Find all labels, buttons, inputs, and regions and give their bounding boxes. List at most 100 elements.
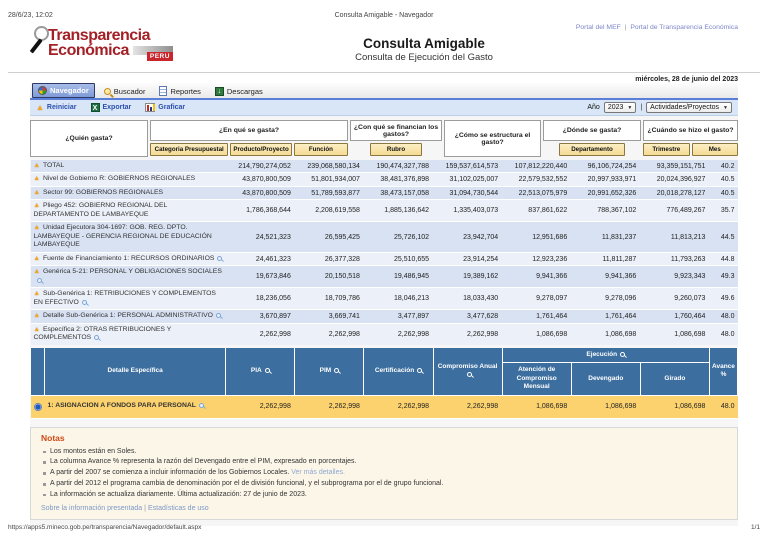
amount-cell: 1,786,368,644 — [225, 199, 295, 223]
tab-buscador[interactable]: Buscador — [99, 85, 151, 98]
estadi-sticas-de-uso-link[interactable]: Estadísticas de uso — [148, 505, 209, 512]
amount-cell: 43,870,800,509 — [225, 186, 295, 201]
amount-cell: 1,335,403,073 — [433, 199, 503, 223]
departamento-button[interactable]: Departamento — [559, 143, 625, 156]
amount-cell: 11,811,287 — [571, 252, 641, 267]
notes-links-separator: | — [144, 504, 146, 512]
expand-triangle-icon[interactable]: ▲ — [34, 189, 40, 196]
detail-label-cell: 1: ASIGNACION A FONDOS PARA PERSONAL — [44, 395, 226, 419]
amount-cell: 12,951,686 — [502, 221, 572, 253]
trimestre-button[interactable]: Trimestre — [643, 143, 690, 156]
row-label: Pliego 452: GOBIERNO REGIONAL DEL DEPART… — [33, 202, 168, 218]
amount-cell: 239,068,580,134 — [294, 160, 364, 174]
avance-cell: 48.0 — [709, 323, 738, 347]
amount-cell: 9,278,096 — [571, 287, 641, 311]
year-select[interactable]: 2023 ▼ — [603, 102, 637, 113]
amount-cell: 20,991,652,326 — [571, 186, 641, 201]
exportar-button[interactable]: Exportar — [90, 103, 131, 112]
amount-cell: 3,477,897 — [363, 309, 434, 324]
expand-triangle-icon[interactable]: ▲ — [34, 290, 40, 297]
expand-triangle-icon[interactable]: ▲ — [34, 162, 40, 169]
drill-row: ▲ Fuente de Financiamiento 1: RECURSOS OR… — [30, 252, 738, 267]
current-date: miércoles, 28 de junio del 2023 — [8, 72, 760, 83]
magnifier-icon[interactable] — [466, 371, 472, 377]
magnifier-icon[interactable] — [264, 367, 270, 373]
reiniciar-button[interactable]: Reiniciar — [36, 103, 77, 112]
magnifier-icon[interactable] — [215, 313, 221, 318]
magnifier-icon[interactable] — [334, 367, 340, 373]
amount-cell: 190,474,327,788 — [363, 160, 434, 174]
row-label-cell: ▲ Genérica 5-21: PERSONAL Y OBLIGACIONES … — [30, 265, 226, 289]
tab-label: Buscador — [113, 87, 146, 96]
query-buttons: Trimestre Mes — [643, 143, 738, 156]
funcio-n-button[interactable]: Función — [293, 143, 348, 156]
tab-navegador[interactable]: Navegador — [32, 83, 95, 98]
amount-cell: 38,481,376,898 — [363, 172, 434, 187]
sobre-la-informacio-n-presentada-link[interactable]: Sobre la información presentada — [41, 505, 142, 512]
expand-triangle-icon[interactable]: ▲ — [34, 175, 40, 182]
expand-triangle-icon[interactable]: ▲ — [34, 268, 40, 275]
row-label-cell: ▲ Sub-Genérica 1: RETRIBUCIONES Y COMPLEM… — [30, 287, 226, 311]
amount-cell: 1,760,464 — [640, 309, 710, 324]
magnifier-icon[interactable] — [94, 334, 100, 340]
note-item: La información se actualiza diariamente.… — [41, 490, 727, 501]
tab-descargas[interactable]: Descargas — [210, 85, 268, 98]
portal-mef-link[interactable]: Portal del MEF — [576, 24, 621, 31]
categoria-presupuestal-button[interactable]: Categoria Presupuestal — [150, 143, 229, 156]
amount-cell: 9,278,097 — [502, 287, 572, 311]
magnifier-icon[interactable] — [198, 402, 204, 408]
action-label: Reiniciar — [46, 104, 77, 111]
amount-cell: 1,086,698 — [571, 395, 641, 419]
magnifier-icon[interactable] — [81, 299, 87, 305]
amount-cell: 20,018,278,127 — [640, 186, 710, 201]
producto-proyecto-button[interactable]: Producto/Proyecto — [230, 143, 292, 156]
expand-triangle-icon[interactable]: ▲ — [34, 255, 40, 262]
magnifier-icon[interactable] — [417, 367, 423, 373]
avance-cell: 35.7 — [709, 199, 738, 223]
row-label-cell: ▲ Unidad Ejecutora 304-1697: GOB. REG. DP… — [30, 221, 226, 253]
logo-magnifier-icon — [34, 26, 49, 41]
report-icon — [159, 86, 168, 96]
radio-column-header — [29, 344, 46, 396]
expand-triangle-icon[interactable]: ▲ — [34, 202, 40, 209]
amount-cell: 9,941,366 — [502, 265, 572, 289]
drill-row: ▲ Nivel de Gobierno R: GOBIERNOS REGIONAL… — [30, 172, 738, 187]
year-label: Año — [587, 104, 600, 111]
mes-button[interactable]: Mes — [691, 143, 738, 156]
radio-selected-icon[interactable] — [33, 402, 42, 411]
drill-row: ▲ Específica 2: OTRAS RETRIBUCIONES Y COM… — [30, 323, 738, 347]
query-question: ¿Dónde se gasta? — [543, 120, 641, 141]
amount-cell: 214,790,274,052 — [225, 160, 295, 174]
amount-cell: 11,793,263 — [640, 252, 710, 267]
col-avance: Avance % — [708, 344, 739, 396]
scope-select[interactable]: Actividades/Proyectos ▼ — [646, 102, 732, 113]
expand-triangle-icon[interactable]: ▲ — [34, 224, 40, 231]
magnifier-icon[interactable] — [620, 351, 626, 357]
col-pim: PIM — [294, 344, 365, 396]
amount-cell: 20,997,933,971 — [571, 172, 641, 187]
amount-cell: 837,861,622 — [502, 199, 572, 223]
portal-links: Portal del MEF | Portal de Transparencia… — [576, 24, 738, 31]
expand-triangle-icon[interactable]: ▲ — [34, 326, 40, 333]
graficar-button[interactable]: Graficar — [145, 103, 185, 112]
query-question: ¿Cuándo se hizo el gasto? — [643, 120, 738, 141]
amount-cell: 11,831,237 — [571, 221, 641, 253]
rubro-button[interactable]: Rubro — [370, 143, 422, 156]
tab-reportes[interactable]: Reportes — [154, 84, 205, 98]
amount-cell: 1,761,464 — [502, 309, 572, 324]
note-item: Los montos están en Soles. — [41, 447, 727, 458]
amount-cell: 1,086,698 — [640, 395, 710, 419]
expand-triangle-icon[interactable]: ▲ — [34, 312, 40, 319]
avance-cell: 40.2 — [709, 160, 738, 174]
avance-cell: 44.5 — [709, 221, 738, 253]
note-link[interactable]: Ver más detalles. — [291, 469, 345, 476]
magnifier-icon[interactable] — [36, 277, 42, 283]
masthead: Transparencia Económica PERU Consulta Ami… — [29, 24, 738, 72]
avance-cell: 40.5 — [709, 186, 738, 201]
magnifier-icon[interactable] — [217, 255, 223, 261]
avance-cell: 49.6 — [709, 287, 738, 311]
portal-transparencia-link[interactable]: Portal de Transparencia Económica — [630, 24, 738, 31]
amount-cell: 3,670,897 — [225, 309, 295, 324]
amount-cell: 25,510,655 — [363, 252, 434, 267]
amount-cell: 9,923,343 — [640, 265, 710, 289]
